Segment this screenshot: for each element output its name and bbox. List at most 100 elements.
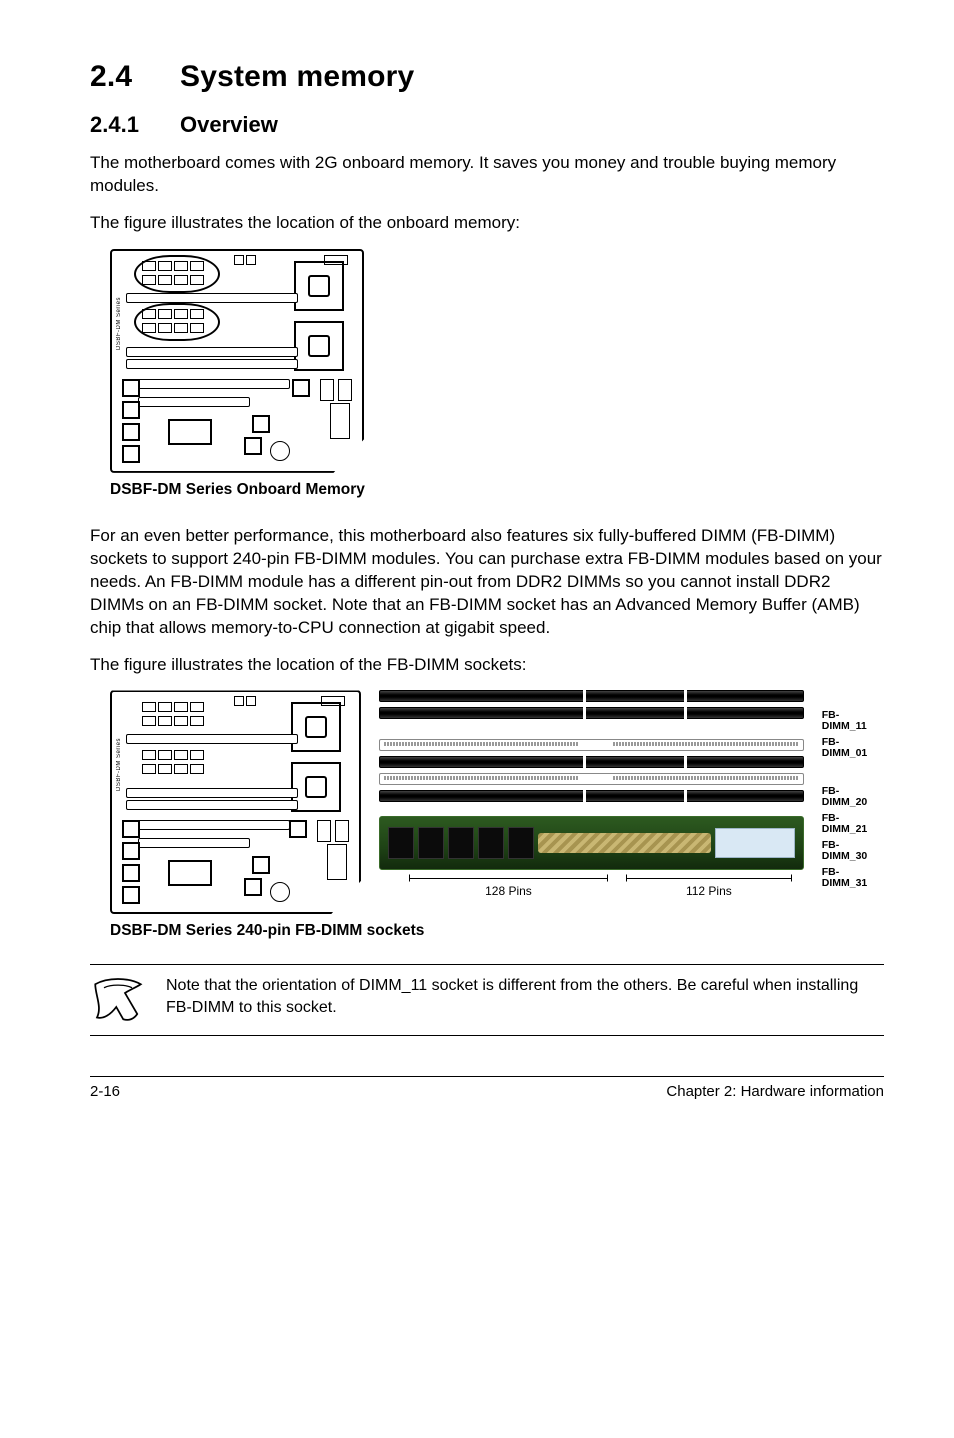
port-icon (335, 820, 349, 842)
section-number: 2.4 (90, 60, 180, 94)
dimm-label: FB-DIMM_31 (822, 867, 884, 888)
board-model-label: DSBF-DM Series (116, 297, 122, 350)
battery-icon (270, 882, 290, 902)
chip-icon (234, 696, 244, 706)
dimm-label: FB-DIMM_01 (822, 737, 884, 758)
chip-icon (246, 255, 256, 265)
subsection-title: Overview (180, 112, 278, 137)
figure-onboard-memory: DSBF-DM Series (110, 249, 884, 473)
port-icon (330, 403, 350, 439)
dimm-bars (379, 690, 804, 802)
note-icon (90, 975, 146, 1025)
dimm-labels: FB-DIMM_11 FB-DIMM_01 FB-DIMM_20 FB-DIMM… (822, 690, 884, 916)
memory-chip-icon (448, 827, 474, 859)
dimm-label: FB-DIMM_30 (822, 840, 884, 861)
board-model-label: DSBF-DM Series (116, 738, 122, 791)
chip-icon (244, 437, 262, 455)
pin-legend: 128 Pins 112 Pins (379, 874, 804, 898)
port-icon (327, 844, 347, 880)
chip-icon (244, 878, 262, 896)
dimm-bar-hollow (379, 773, 804, 785)
chip-icon (234, 255, 244, 265)
chip-icon (122, 842, 140, 860)
memory-chip-icon (508, 827, 534, 859)
slot-icon (126, 293, 298, 303)
chip-icon (168, 860, 212, 886)
chip-icon (122, 886, 140, 904)
memory-chip-icon (478, 827, 504, 859)
subsection-number: 2.4.1 (90, 112, 180, 138)
paragraph: The figure illustrates the location of t… (90, 212, 884, 235)
port-icon (317, 820, 331, 842)
cpu-socket-icon (291, 702, 341, 752)
heatsink-icon (538, 833, 711, 853)
paragraph: For an even better performance, this mot… (90, 525, 884, 640)
figure-caption: DSBF-DM Series 240-pin FB-DIMM sockets (110, 922, 884, 940)
memory-highlight-icon (134, 303, 220, 341)
slot-icon (138, 820, 290, 830)
slot-icon (138, 838, 250, 848)
section-heading: 2.4System memory (90, 60, 884, 94)
port-icon (320, 379, 334, 401)
chip-icon (289, 820, 307, 838)
chip-icon (122, 401, 140, 419)
onboard-dimm-pair (142, 764, 204, 774)
chip-icon (324, 255, 348, 265)
slot-icon (138, 379, 290, 389)
footer-page-number: 2-16 (90, 1083, 120, 1100)
onboard-dimm-pair (142, 716, 204, 726)
chip-icon (122, 379, 140, 397)
dimm-bar-filled (379, 756, 804, 768)
note-box: Note that the orientation of DIMM_11 soc… (90, 964, 884, 1036)
dimm-illustration-column: 128 Pins 112 Pins (379, 690, 804, 898)
dimm-label: FB-DIMM_20 (822, 786, 884, 807)
paragraph: The motherboard comes with 2G onboard me… (90, 152, 884, 198)
motherboard-outline: DSBF-DM Series (110, 249, 364, 473)
module-sticker-icon (715, 828, 795, 858)
pins-left: 128 Pins (485, 884, 532, 898)
chip-icon (252, 415, 270, 433)
section-title: System memory (180, 60, 414, 93)
memory-highlight-icon (134, 255, 220, 293)
motherboard-outline: DSBF-DM Series (110, 690, 361, 914)
chip-icon (122, 864, 140, 882)
chip-icon (292, 379, 310, 397)
chip-icon (122, 445, 140, 463)
chip-icon (246, 696, 256, 706)
onboard-dimm-pair (142, 750, 204, 760)
chip-icon (122, 820, 140, 838)
dimm-bar-filled (379, 790, 804, 802)
onboard-dimm-pair (142, 702, 204, 712)
dimm-label: FB-DIMM_11 (822, 710, 884, 731)
chip-icon (252, 856, 270, 874)
chip-icon (168, 419, 212, 445)
slot-icon (126, 788, 298, 798)
paragraph: The figure illustrates the location of t… (90, 654, 884, 677)
page: 2.4System memory 2.4.1Overview The mothe… (0, 0, 954, 1130)
slot-icon (126, 359, 298, 369)
note-text: Note that the orientation of DIMM_11 soc… (166, 975, 880, 1018)
pins-right: 112 Pins (686, 884, 732, 898)
slot-icon (126, 800, 298, 810)
memory-chip-icon (388, 827, 414, 859)
memory-module-icon (379, 816, 804, 870)
dimm-bar-hollow (379, 739, 804, 751)
slot-icon (126, 347, 298, 357)
figure-fbdimm-sockets: DSBF-DM Series (110, 690, 884, 916)
memory-chip-icon (418, 827, 444, 859)
footer-chapter: Chapter 2: Hardware information (666, 1083, 884, 1100)
battery-icon (270, 441, 290, 461)
cpu-socket-icon (291, 762, 341, 812)
cpu-socket-icon (294, 261, 344, 311)
dimm-label: FB-DIMM_21 (822, 813, 884, 834)
chip-icon (321, 696, 345, 706)
chip-icon (122, 423, 140, 441)
footer: 2-16 Chapter 2: Hardware information (90, 1076, 884, 1100)
slot-icon (138, 397, 250, 407)
cpu-socket-icon (294, 321, 344, 371)
figure-caption: DSBF-DM Series Onboard Memory (110, 481, 884, 499)
port-icon (338, 379, 352, 401)
slot-icon (126, 734, 298, 744)
subsection-heading: 2.4.1Overview (90, 112, 884, 138)
dimm-bar-filled (379, 690, 804, 702)
